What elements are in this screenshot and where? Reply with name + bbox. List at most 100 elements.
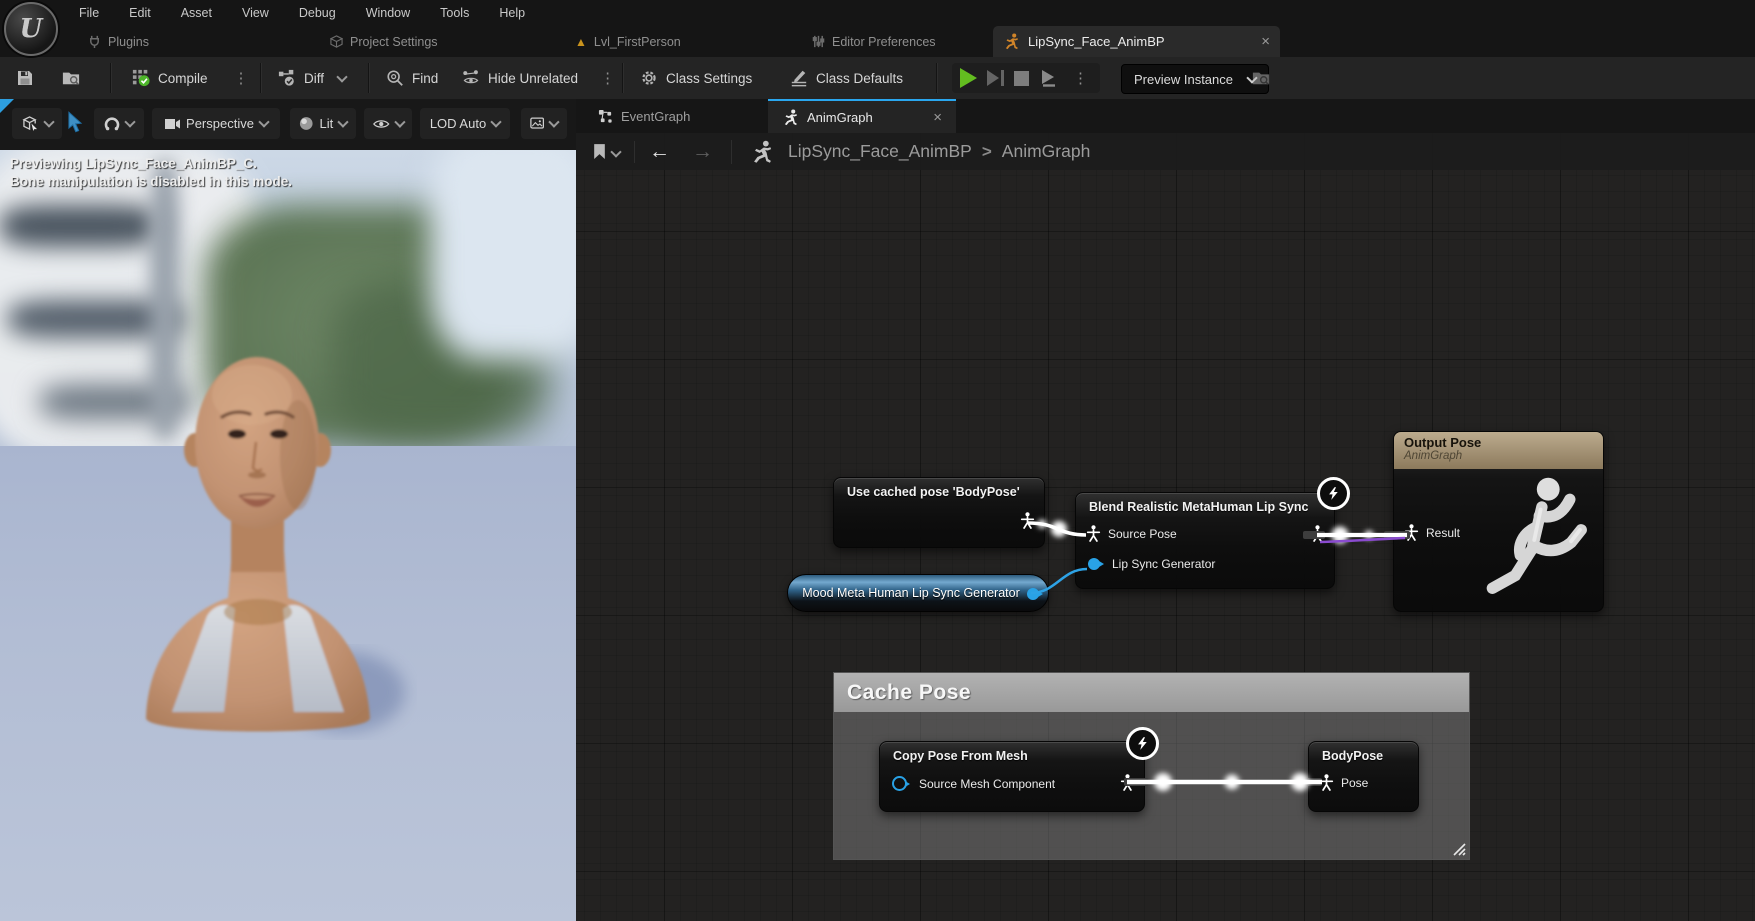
node-blend-metahuman-lipsync[interactable]: Blend Realistic MetaHuman Lip Sync Sourc…: [1075, 492, 1335, 589]
menu-file[interactable]: File: [64, 0, 114, 26]
perspective-label: Perspective: [186, 116, 254, 131]
pose-pin-icon: [1310, 525, 1325, 542]
play-options-icon[interactable]: ⋮: [1069, 71, 1092, 86]
pose-output-pin[interactable]: [1120, 774, 1135, 791]
object-output-pin[interactable]: [1027, 588, 1039, 600]
animbp-runner-icon: [1003, 33, 1020, 50]
lipsync-generator-input-pin[interactable]: Lip Sync Generator: [1088, 557, 1215, 571]
simulation-controls: ⋮: [952, 63, 1100, 93]
menu-help[interactable]: Help: [484, 0, 540, 26]
menu-debug[interactable]: Debug: [284, 0, 351, 26]
mannequin-figure: [1467, 474, 1599, 606]
save-button[interactable]: [16, 57, 34, 99]
compile-options-icon[interactable]: ⋮: [230, 71, 253, 86]
unreal-logo-icon[interactable]: U: [4, 2, 58, 56]
pose-pin-icon: [1120, 774, 1135, 791]
pin-label: Pose: [1341, 776, 1368, 790]
forward-arrow-icon[interactable]: →: [692, 141, 713, 162]
comment-header[interactable]: Cache Pose: [834, 673, 1469, 712]
screenshot-dropdown[interactable]: [521, 108, 567, 139]
compile-label: Compile: [158, 71, 208, 86]
hide-unrelated-button[interactable]: Hide Unrelated ⋮: [462, 57, 619, 99]
tab-animgraph[interactable]: AnimGraph ×: [768, 99, 956, 133]
viewport-render[interactable]: [0, 150, 576, 921]
breadcrumb-root[interactable]: LipSync_Face_AnimBP: [788, 141, 972, 162]
source-mesh-input-pin[interactable]: Source Mesh Component: [892, 776, 1055, 791]
browse-preview-button[interactable]: [1252, 57, 1270, 99]
chevron-down-icon[interactable]: [610, 146, 621, 157]
play-to-end-icon[interactable]: [1039, 68, 1059, 88]
select-cursor-icon[interactable]: [66, 111, 84, 138]
node-title: Blend Realistic MetaHuman Lip Sync: [1076, 493, 1334, 517]
graph-breadcrumb-bar: ← → LipSync_Face_AnimBP > AnimGraph: [576, 133, 1755, 170]
save-icon: [16, 69, 34, 87]
rotate-tool-button[interactable]: [94, 108, 144, 139]
lit-mode-dropdown[interactable]: Lit: [290, 108, 356, 139]
tab-plugins[interactable]: Plugins: [88, 26, 149, 57]
hide-unrelated-icon: [462, 69, 480, 87]
step-forward-icon[interactable]: [987, 70, 1004, 86]
fast-path-lightning-icon: [1317, 477, 1350, 510]
node-copy-pose-from-mesh[interactable]: Copy Pose From Mesh Source Mesh Componen…: [879, 741, 1145, 812]
tab-plugins-label: Plugins: [108, 35, 149, 49]
tab-eventgraph[interactable]: EventGraph: [584, 99, 704, 133]
asset-toolbar: Compile ⋮ Diff Find: [0, 57, 1755, 99]
class-settings-button[interactable]: Class Settings: [640, 57, 752, 99]
find-button[interactable]: Find: [386, 57, 438, 99]
tab-level-label: Lvl_FirstPerson: [594, 35, 681, 49]
animgraph-canvas[interactable]: Cache Pose: [576, 133, 1755, 921]
lod-dropdown[interactable]: LOD Auto: [420, 108, 510, 139]
viewport-options-button[interactable]: [12, 108, 62, 139]
result-input-pin[interactable]: Result: [1404, 524, 1460, 541]
node-use-cached-pose[interactable]: Use cached pose 'BodyPose': [833, 477, 1045, 548]
node-bodypose[interactable]: BodyPose Pose: [1308, 741, 1419, 812]
browse-button[interactable]: [62, 57, 80, 99]
breadcrumb-current[interactable]: AnimGraph: [1002, 141, 1091, 162]
hide-unrelated-options-icon[interactable]: ⋮: [596, 71, 619, 86]
perspective-dropdown[interactable]: Perspective: [152, 108, 280, 139]
tab-label: AnimGraph: [807, 110, 925, 125]
menu-edit[interactable]: Edit: [114, 0, 166, 26]
gear-icon: [640, 69, 658, 87]
pose-output-pin[interactable]: [1310, 525, 1325, 542]
diff-icon: [278, 69, 296, 87]
graph-tab-strip: EventGraph AnimGraph ×: [576, 99, 1755, 133]
animgraph-runner-icon: [782, 109, 799, 126]
menu-asset[interactable]: Asset: [166, 0, 227, 26]
pose-output-pin[interactable]: [1020, 512, 1035, 529]
diff-button[interactable]: Diff: [278, 57, 346, 99]
find-label: Find: [412, 71, 438, 86]
pose-input-pin[interactable]: Pose: [1319, 774, 1368, 791]
menu-tools[interactable]: Tools: [425, 0, 484, 26]
bookmark-icon[interactable]: [592, 143, 607, 160]
find-icon: [386, 69, 404, 87]
tab-project-settings[interactable]: Project Settings: [330, 26, 438, 57]
lit-sphere-icon: [299, 116, 313, 131]
preview-instance-dropdown[interactable]: Preview Instance: [1121, 64, 1269, 94]
node-title: BodyPose: [1309, 742, 1418, 766]
node-output-pose[interactable]: Output Pose AnimGraph Result: [1393, 431, 1604, 612]
node-subtitle: AnimGraph: [1404, 450, 1593, 463]
menu-view[interactable]: View: [227, 0, 284, 26]
compile-button[interactable]: Compile ⋮: [132, 57, 253, 99]
tab-lipsync-face-animbp[interactable]: LipSync_Face_AnimBP ×: [993, 26, 1280, 57]
stop-icon[interactable]: [1014, 71, 1029, 86]
source-pose-input-pin[interactable]: Source Pose: [1086, 525, 1177, 542]
play-icon[interactable]: [960, 68, 977, 88]
class-defaults-button[interactable]: Class Defaults: [790, 57, 903, 99]
unreal-editor-window: U File Edit Asset View Debug Window Tool…: [0, 0, 1755, 921]
menu-window[interactable]: Window: [351, 0, 425, 26]
back-arrow-icon[interactable]: ←: [649, 141, 670, 162]
chevron-down-icon: [43, 116, 54, 127]
preview-viewport[interactable]: Previewing LipSync_Face_AnimBP_C. Bone m…: [0, 99, 576, 921]
show-flags-dropdown[interactable]: [364, 108, 412, 139]
toolbar-separator: [936, 63, 937, 93]
tab-editor-preferences[interactable]: Editor Preferences: [812, 26, 936, 57]
node-mood-lipsync-generator[interactable]: Mood Meta Human Lip Sync Generator: [787, 574, 1049, 612]
resize-handle[interactable]: [1452, 842, 1466, 856]
project-settings-icon: [330, 35, 343, 48]
node-header: Output Pose AnimGraph: [1394, 432, 1603, 469]
tab-close-icon[interactable]: ×: [1261, 34, 1270, 49]
tab-close-icon[interactable]: ×: [933, 110, 942, 125]
tab-level[interactable]: ▲ Lvl_FirstPerson: [575, 26, 681, 57]
